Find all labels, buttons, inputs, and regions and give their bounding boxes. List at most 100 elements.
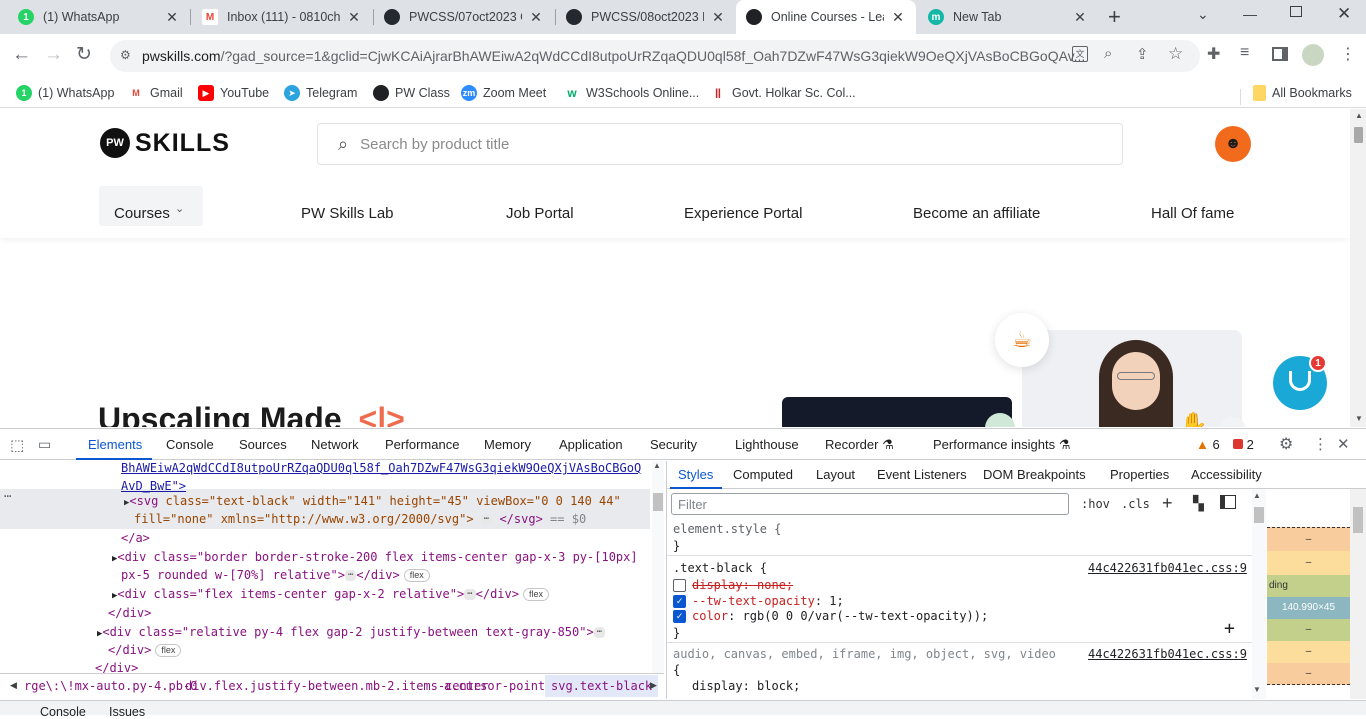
drawer-tab-console[interactable]: Console (40, 705, 86, 719)
bookmark-pw-class[interactable]: PW Class (373, 82, 450, 104)
tab-layout[interactable]: Layout (816, 467, 855, 482)
devtools-menu-icon[interactable]: ⋮ (1313, 435, 1328, 453)
tab-security[interactable]: Security (650, 437, 697, 452)
errors-counter[interactable]: 2 (1233, 437, 1254, 452)
declaration-checkbox-checked[interactable]: ✓ (673, 610, 686, 623)
user-avatar[interactable]: ☻ (1215, 126, 1251, 162)
node-actions-ellipsis-icon[interactable]: ⋯ (4, 489, 11, 503)
inspect-element-icon[interactable]: ⬚ (10, 436, 24, 454)
settings-gear-icon[interactable]: ⚙ (1279, 434, 1293, 454)
breadcrumb-right-icon[interactable]: ▶ (650, 680, 657, 691)
style-declaration[interactable]: ✓ --tw-text-opacity: 1; (673, 594, 844, 608)
dom-line[interactable]: </div> (108, 606, 151, 620)
tab-gmail[interactable]: M Inbox (111) - 0810cha ✕ (192, 0, 372, 34)
style-declaration-disabled[interactable]: display: none; (673, 578, 793, 592)
breadcrumb-left-icon[interactable]: ◀ (10, 680, 17, 691)
close-icon[interactable]: ✕ (710, 9, 726, 26)
zoom-icon[interactable]: ⌕ (1104, 45, 1112, 62)
tab-accessibility[interactable]: Accessibility (1191, 467, 1262, 482)
box-model-scrollbar-thumb[interactable] (1353, 507, 1363, 533)
dom-line[interactable]: ▶<div class="flex items-center gap-x-2 r… (112, 587, 549, 601)
bookmark-youtube[interactable]: ▶ YouTube (198, 82, 269, 104)
dom-line[interactable]: ▶<div class="relative py-4 flex gap-2 ju… (97, 625, 606, 639)
tab-styles[interactable]: Styles (678, 467, 713, 482)
dom-line[interactable]: </a> (121, 531, 150, 545)
tab-whatsapp[interactable]: 1 (1) WhatsApp ✕ (8, 0, 190, 34)
dom-line[interactable]: AvD_BwE"> (121, 479, 186, 493)
drawer-tab-issues[interactable]: Issues (109, 705, 145, 719)
dom-line[interactable]: </div> (95, 661, 138, 673)
reading-list-icon[interactable]: ≡ (1240, 44, 1249, 62)
add-property-icon[interactable]: + (1224, 618, 1235, 639)
search-box[interactable]: ⌕ Search by product title (317, 123, 1123, 165)
dom-line[interactable]: </div> flex (108, 643, 182, 657)
close-icon[interactable]: ✕ (1072, 9, 1088, 26)
scroll-up-icon[interactable]: ▲ (1355, 111, 1363, 120)
nav-hall-of-fame[interactable]: Hall Of fame (1151, 205, 1234, 222)
ellipsis-badge[interactable]: ⋯ (480, 514, 493, 525)
styles-scrollbar-thumb[interactable] (1254, 507, 1264, 523)
dom-line[interactable]: ▶<div class="border border-stroke-200 fl… (112, 550, 638, 564)
scroll-up-icon[interactable]: ▲ (1253, 491, 1261, 500)
close-icon[interactable]: ✕ (890, 9, 906, 26)
hov-toggle[interactable]: :hov (1081, 497, 1110, 511)
tab-properties[interactable]: Properties (1110, 467, 1169, 482)
tab-elements[interactable]: Elements (88, 437, 142, 452)
dom-tree[interactable]: ⋯ BhAWEiwA2qWdCCdI8utpoUrRZqaQDU0ql58f_O… (0, 461, 650, 673)
extensions-icon[interactable]: ✚ (1207, 44, 1220, 64)
box-content-size[interactable]: 140.990×45 (1267, 597, 1350, 619)
toggle-sidebar-icon[interactable] (1220, 495, 1236, 509)
site-info-icon[interactable]: ⚙ (120, 48, 131, 62)
bookmark-telegram[interactable]: ➤ Telegram (284, 82, 357, 104)
tab-new-tab[interactable]: m New Tab ✕ (918, 0, 1098, 34)
warnings-counter[interactable]: ▲ 6 (1196, 437, 1220, 452)
rule-source-link[interactable]: 44c422631fb041ec.css:9 (1088, 561, 1247, 575)
box-border-bottom[interactable]: – (1267, 641, 1350, 663)
search-input[interactable]: Search by product title (360, 136, 509, 153)
tab-lighthouse[interactable]: Lighthouse (735, 437, 799, 452)
page-scrollbar[interactable]: ▲ ▼ (1350, 109, 1366, 427)
back-arrow-icon[interactable]: ← (12, 44, 31, 66)
restore-icon[interactable] (1290, 6, 1302, 17)
share-icon[interactable]: ⇪ (1136, 45, 1149, 63)
tab-github-08oct[interactable]: PWCSS/08oct2023 M ✕ (556, 0, 736, 34)
tab-memory[interactable]: Memory (484, 437, 531, 452)
bookmark-star-icon[interactable]: ☆ (1168, 44, 1183, 64)
element-style-selector[interactable]: element.style { (673, 522, 781, 536)
close-icon[interactable]: ✕ (346, 9, 362, 26)
dom-line-svg[interactable]: ▶<svg class="text-black" width="141" hei… (124, 494, 621, 508)
bookmark-zoom[interactable]: zm Zoom Meet (461, 82, 546, 104)
tab-github-07oct[interactable]: PWCSS/07oct2023 Gi ✕ (374, 0, 554, 34)
browser-menu-icon[interactable]: ⋮ (1340, 44, 1356, 64)
breadcrumb-item[interactable]: a.cursor-pointer (444, 679, 560, 693)
breadcrumb-item[interactable]: div.flex.justify-between.mb-2.items-cent… (185, 679, 488, 693)
close-icon[interactable]: ✕ (164, 9, 180, 26)
flex-badge[interactable]: flex (522, 588, 549, 601)
tab-performance[interactable]: Performance (385, 437, 459, 452)
styles-filter-input[interactable]: Filter (671, 493, 1069, 515)
style-declaration[interactable]: ✓ color: rgb(0 0 0/var(--tw-text-opacity)… (673, 609, 988, 623)
paint-brush-icon[interactable]: ▚ (1193, 495, 1204, 512)
box-margin-top[interactable]: – (1267, 527, 1350, 551)
nav-pw-skills-lab[interactable]: PW Skills Lab (301, 205, 394, 222)
styles-scrollbar[interactable]: ▲ ▼ (1252, 489, 1266, 699)
close-icon[interactable]: ✕ (528, 9, 544, 26)
tab-application[interactable]: Application (559, 437, 623, 452)
forward-arrow-icon[interactable]: → (44, 44, 63, 66)
dom-line[interactable]: BhAWEiwA2qWdCCdI8utpoUrRZqaQDU0ql58f_Oah… (121, 461, 641, 475)
all-bookmarks-button[interactable]: All Bookmarks (1253, 82, 1352, 104)
minimize-icon[interactable]: — (1243, 6, 1257, 22)
declaration-checkbox[interactable] (673, 579, 686, 592)
tab-sources[interactable]: Sources (239, 437, 287, 452)
tab-recorder[interactable]: Recorder ⚗ (825, 437, 894, 453)
breadcrumb-item[interactable]: rge\:\!mx-auto.py-4.pb-0 (24, 679, 197, 693)
address-bar[interactable]: ⚙ pwskills.com/?gad_source=1&gclid=CjwKC… (110, 40, 1200, 72)
flex-badge[interactable]: flex (155, 644, 182, 657)
dom-scrollbar-thumb[interactable] (653, 493, 663, 511)
tab-computed[interactable]: Computed (733, 467, 793, 482)
page-scrollbar-thumb[interactable] (1354, 127, 1363, 143)
translate-icon[interactable]: 文 (1072, 46, 1088, 62)
profile-avatar[interactable] (1302, 44, 1324, 66)
ellipsis-badge[interactable]: ⋯ (344, 570, 357, 581)
ellipsis-badge[interactable]: ⋯ (464, 589, 476, 600)
